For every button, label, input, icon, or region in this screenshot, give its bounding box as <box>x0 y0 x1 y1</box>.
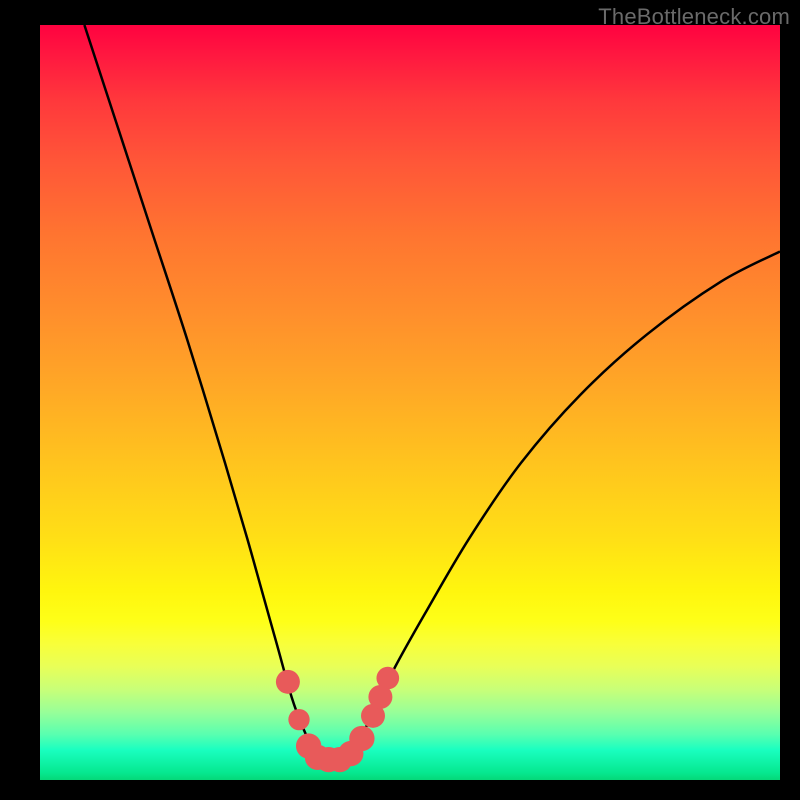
data-marker <box>349 726 374 751</box>
bottleneck-curve <box>84 25 780 761</box>
watermark-text: TheBottleneck.com <box>598 4 790 30</box>
data-marker <box>288 709 309 730</box>
chart-svg <box>40 25 780 780</box>
data-marker <box>276 670 300 694</box>
plot-area <box>40 25 780 780</box>
data-markers <box>276 667 399 773</box>
data-marker <box>376 667 399 690</box>
chart-frame: TheBottleneck.com <box>0 0 800 800</box>
